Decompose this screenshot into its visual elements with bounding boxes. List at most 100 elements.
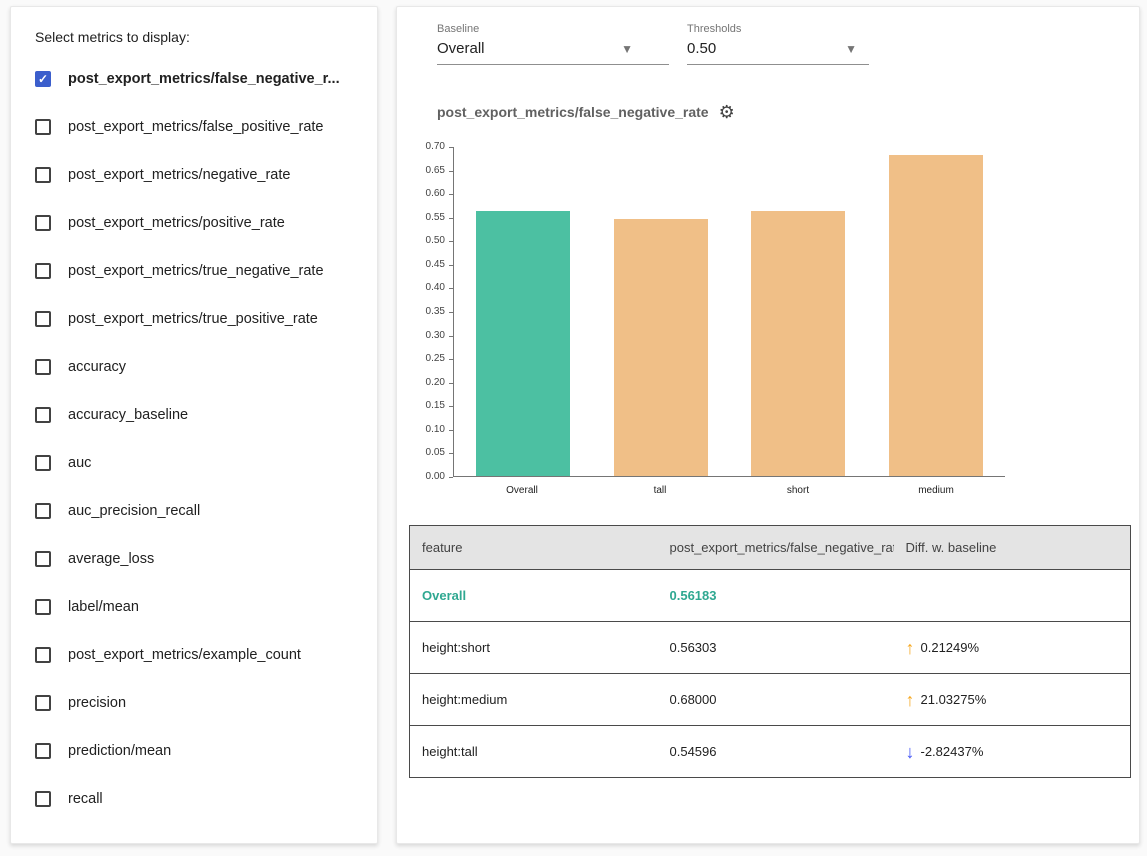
metric-checkbox-item[interactable]: prediction/mean <box>35 727 363 775</box>
y-tick-mark <box>449 453 453 454</box>
metric-label: post_export_metrics/false_positive_rate <box>68 119 324 135</box>
checkbox-unchecked-icon[interactable] <box>35 119 51 135</box>
checkbox-checked-icon[interactable]: ✓ <box>35 71 51 87</box>
feature-cell: height:tall <box>410 726 658 778</box>
y-tick-mark <box>449 383 453 384</box>
y-tick-mark <box>449 241 453 242</box>
thresholds-select-value-row[interactable]: 0.50 ▼ <box>687 40 869 65</box>
dropdown-arrow-icon: ▼ <box>845 42 857 56</box>
y-tick-mark <box>449 147 453 148</box>
chart-panel: Baseline Overall ▼ Thresholds 0.50 ▼ pos… <box>396 6 1140 844</box>
checkbox-unchecked-icon[interactable] <box>35 167 51 183</box>
controls-row: Baseline Overall ▼ Thresholds 0.50 ▼ <box>437 23 1127 65</box>
checkbox-unchecked-icon[interactable] <box>35 599 51 615</box>
bars <box>454 147 1005 476</box>
diff-cell <box>894 570 1131 622</box>
metric-label: post_export_metrics/positive_rate <box>68 215 285 231</box>
y-tick-label: 0.05 <box>409 447 445 458</box>
plot-area <box>453 147 1005 477</box>
metric-checkbox-item[interactable]: label/mean <box>35 583 363 631</box>
checkbox-unchecked-icon[interactable] <box>35 359 51 375</box>
diff-cell: ↑21.03275% <box>894 674 1131 726</box>
y-tick-label: 0.45 <box>409 259 445 270</box>
baseline-select[interactable]: Baseline Overall ▼ <box>437 23 669 65</box>
baseline-select-value: Overall <box>437 40 485 57</box>
checkbox-unchecked-icon[interactable] <box>35 791 51 807</box>
metric-checkbox-item[interactable]: auc_precision_recall <box>35 487 363 535</box>
up-arrow-icon: ↑ <box>906 639 915 657</box>
metric-checkbox-item[interactable]: average_loss <box>35 535 363 583</box>
metric-checkbox-item[interactable]: accuracy <box>35 343 363 391</box>
chart-bar-medium[interactable] <box>889 155 983 476</box>
y-tick-label: 0.00 <box>409 471 445 482</box>
checkbox-unchecked-icon[interactable] <box>35 215 51 231</box>
checkbox-unchecked-icon[interactable] <box>35 503 51 519</box>
value-cell: 0.56303 <box>658 622 894 674</box>
chart-title-row: post_export_metrics/false_negative_rate … <box>437 103 1127 121</box>
dropdown-arrow-icon: ▼ <box>621 42 633 56</box>
checkbox-unchecked-icon[interactable] <box>35 647 51 663</box>
value-cell: 0.56183 <box>658 570 894 622</box>
bar-slot <box>730 211 868 476</box>
table-row: height:short0.56303↑0.21249% <box>410 622 1131 674</box>
metric-checkbox-item[interactable]: recall <box>35 775 363 823</box>
feature-cell: Overall <box>410 570 658 622</box>
y-tick-mark <box>449 477 453 478</box>
y-tick-mark <box>449 312 453 313</box>
chart-title: post_export_metrics/false_negative_rate <box>437 104 709 120</box>
checkbox-unchecked-icon[interactable] <box>35 311 51 327</box>
bar-chart: Overalltallshortmedium 0.000.050.100.150… <box>409 137 1127 505</box>
table-body: Overall0.56183height:short0.56303↑0.2124… <box>410 570 1131 778</box>
metric-checkbox-item[interactable]: post_export_metrics/negative_rate <box>35 151 363 199</box>
y-tick-mark <box>449 265 453 266</box>
thresholds-select[interactable]: Thresholds 0.50 ▼ <box>687 23 869 65</box>
metric-checkbox-item[interactable]: post_export_metrics/true_positive_rate <box>35 295 363 343</box>
thresholds-select-label: Thresholds <box>687 23 869 35</box>
metric-label: precision <box>68 695 126 711</box>
y-tick-mark <box>449 218 453 219</box>
y-tick-label: 0.65 <box>409 165 445 176</box>
metric-label: average_loss <box>68 551 154 567</box>
y-tick-label: 0.60 <box>409 188 445 199</box>
metric-checkbox-item[interactable]: auc <box>35 439 363 487</box>
checkbox-unchecked-icon[interactable] <box>35 407 51 423</box>
metric-label: auc <box>68 455 91 471</box>
x-tick-label: short <box>729 485 867 496</box>
value-cell: 0.68000 <box>658 674 894 726</box>
metric-label: label/mean <box>68 599 139 615</box>
metric-checkbox-item[interactable]: post_export_metrics/false_positive_rate <box>35 103 363 151</box>
down-arrow-icon: ↓ <box>906 743 915 761</box>
metric-checkbox-item[interactable]: precision <box>35 679 363 727</box>
chart-bar-Overall[interactable] <box>476 211 570 476</box>
metric-checkbox-item[interactable]: post_export_metrics/true_negative_rate <box>35 247 363 295</box>
baseline-select-value-row[interactable]: Overall ▼ <box>437 40 669 65</box>
thresholds-select-value: 0.50 <box>687 40 716 57</box>
bar-slot <box>592 219 730 476</box>
y-tick-label: 0.70 <box>409 141 445 152</box>
metric-checkbox-item[interactable]: ✓post_export_metrics/false_negative_r... <box>35 55 363 103</box>
metric-checkbox-item[interactable]: accuracy_baseline <box>35 391 363 439</box>
checkbox-unchecked-icon[interactable] <box>35 695 51 711</box>
header-diff-baseline: Diff. w. baseline <box>894 526 1131 570</box>
checkbox-unchecked-icon[interactable] <box>35 455 51 471</box>
metric-label: post_export_metrics/example_count <box>68 647 301 663</box>
chart-bar-tall[interactable] <box>614 219 708 476</box>
header-feature: feature <box>410 526 658 570</box>
metrics-panel-title: Select metrics to display: <box>35 29 363 45</box>
baseline-select-label: Baseline <box>437 23 669 35</box>
table-row: height:tall0.54596↓-2.82437% <box>410 726 1131 778</box>
checkbox-unchecked-icon[interactable] <box>35 263 51 279</box>
y-tick-label: 0.40 <box>409 282 445 293</box>
chart-bar-short[interactable] <box>751 211 845 476</box>
checkbox-unchecked-icon[interactable] <box>35 743 51 759</box>
checkbox-unchecked-icon[interactable] <box>35 551 51 567</box>
table-row: height:medium0.68000↑21.03275% <box>410 674 1131 726</box>
y-tick-mark <box>449 430 453 431</box>
settings-gear-icon[interactable]: ⚙ <box>719 103 735 121</box>
metric-checkbox-item[interactable]: post_export_metrics/example_count <box>35 631 363 679</box>
up-arrow-icon: ↑ <box>906 691 915 709</box>
metric-checkbox-item[interactable]: post_export_metrics/positive_rate <box>35 199 363 247</box>
metric-label: prediction/mean <box>68 743 171 759</box>
feature-cell: height:short <box>410 622 658 674</box>
diff-value: -2.82437% <box>921 744 984 759</box>
